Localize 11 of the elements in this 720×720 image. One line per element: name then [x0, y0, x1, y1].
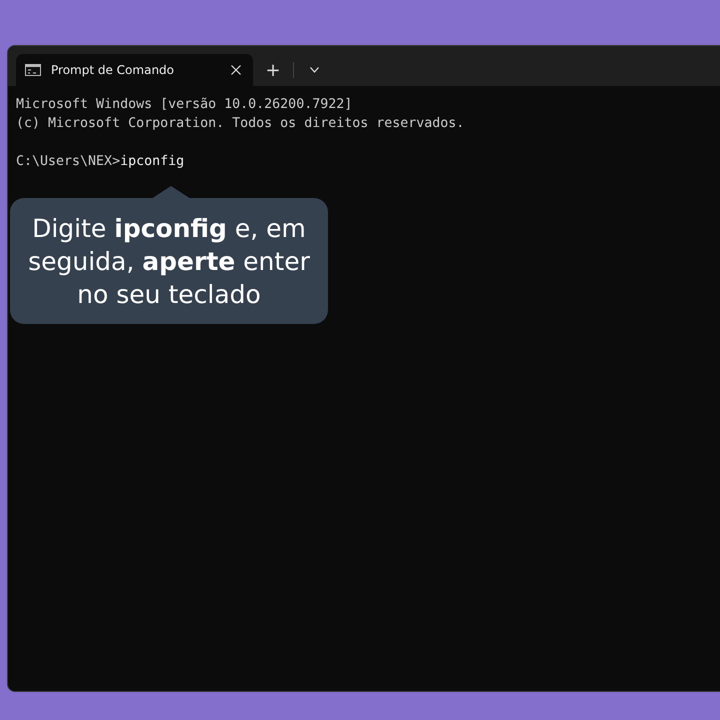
- console-line: Microsoft Windows [versão 10.0.26200.7922]: [16, 96, 354, 114]
- command-prompt: C:\Users\NEX>: [16, 154, 120, 169]
- tab[interactable]: Prompt de Comando: [16, 54, 253, 86]
- chevron-down-icon: [310, 67, 318, 73]
- command-input[interactable]: ipconfig: [120, 154, 184, 169]
- terminal-icon: [25, 64, 41, 76]
- tab-title: Prompt de Comando: [51, 63, 176, 77]
- console-line: (c) Microsoft Corporation. Todos os direitos reservados.: [16, 115, 466, 133]
- new-tab-button[interactable]: +: [259, 54, 287, 86]
- instruction-text: Digite ipconfig e, em seguida, aperte enter no seu teclado: [27, 212, 311, 310]
- close-icon[interactable]: [231, 65, 241, 75]
